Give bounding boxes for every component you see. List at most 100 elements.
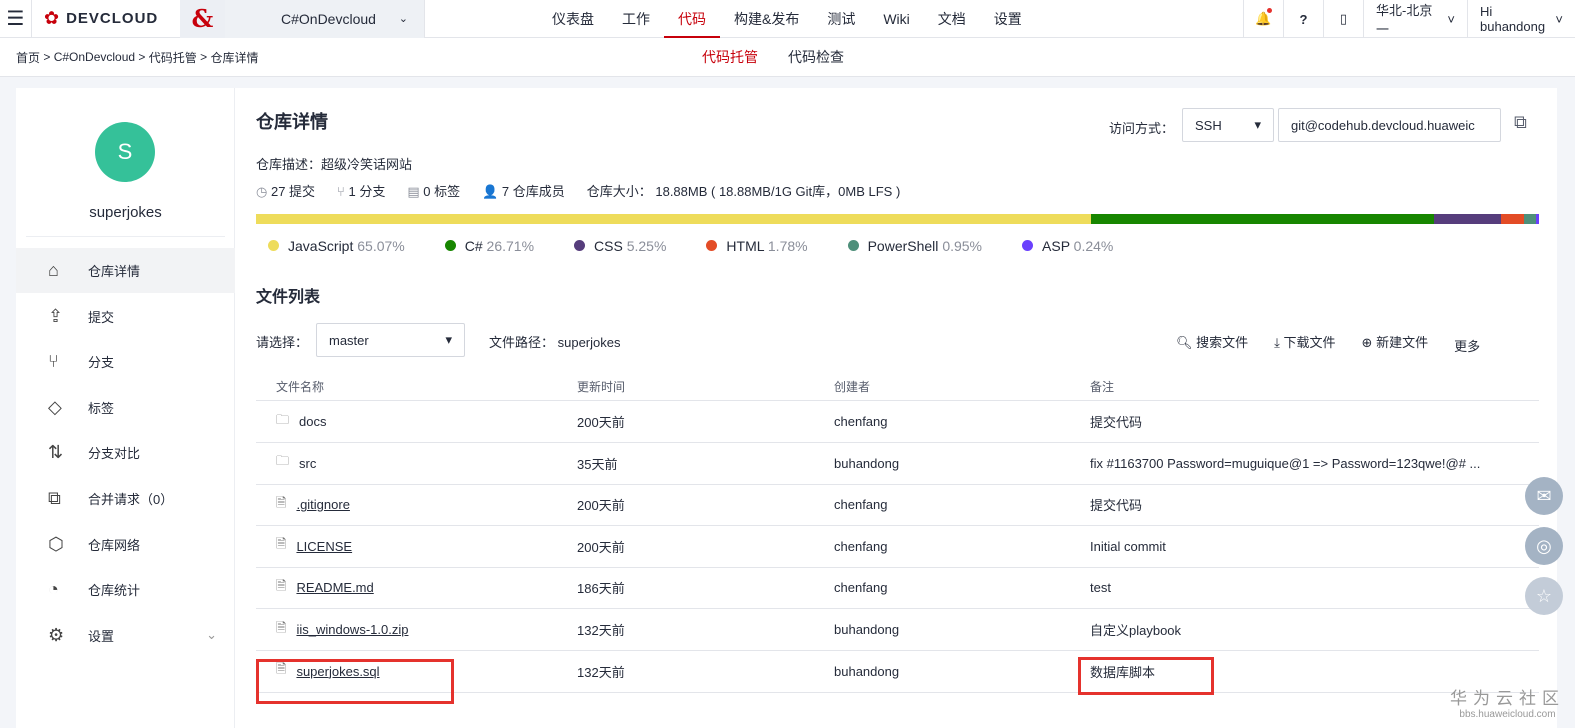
file-creator: buhandong [834,622,900,637]
help-icon[interactable]: ? [1283,0,1323,38]
more-button[interactable]: 更多 [1454,336,1480,355]
sidebar-item[interactable]: ⌂ 仓库详情 [16,248,235,293]
logo[interactable]: ✿ DEVCLOUD [32,8,180,29]
nav-item[interactable]: 构建&发布 [720,0,813,38]
project-name: C#OnDevcloud [281,10,376,27]
sidebar-item[interactable]: ⑂ 分支 [16,339,235,384]
language-bar-segment [1433,214,1501,224]
copy-icon[interactable]: ⧉ [1514,112,1527,133]
notification-bell-icon[interactable]: 🔔 [1243,0,1283,38]
file-creator: buhandong [834,663,900,679]
dot-icon [268,240,279,251]
file-name[interactable]: README.md [296,580,373,595]
file-note: 自定义playbook [1090,623,1182,638]
language-bar-segment [1535,214,1539,224]
branches-stat[interactable]: ⑂ 1 分支 [337,181,385,200]
file-path: 文件路径： superjokes [489,335,621,350]
sidebar-item[interactable]: ⬡ 仓库网络 [16,522,235,567]
user-menu[interactable]: Hi buhandong ˅ [1467,0,1575,38]
repo-size: 仓库大小： 18.88MB ( 18.88MB/1G Git库，0MB LFS … [586,184,901,199]
sidebar-item-label: 设置 [88,628,115,644]
table-row[interactable]: 🗎 iis_windows-1.0.zip 132天前 buhandong 自定义pla… [256,609,1539,651]
dot-icon [444,240,456,251]
sidebar-item[interactable]: ⇪ 提交 [16,294,235,339]
file-name[interactable]: src [299,456,316,471]
language-pct: 0.24% [1073,238,1114,254]
language-legend-item: PowerShell 0.95% [847,238,983,254]
table-row[interactable]: 🗀 src 35天前 buhandong fix #1163700 Password=m… [256,443,1539,485]
crumb-project[interactable]: C#OnDevcloud [54,50,135,64]
file-creator: chenfang [834,497,888,513]
members-stat[interactable]: 👤 7 仓库成员 [482,181,565,200]
header-note: 备注 [1090,380,1115,394]
branch-icon: ⑂ [337,184,345,199]
tags-count: 0 标签 [423,184,461,199]
branches-count: 1 分支 [348,184,386,199]
branch-icon: ⑂ [48,351,59,372]
star-icon[interactable]: ☆ [1525,577,1563,615]
sidebar-item[interactable]: ◇ 标签 [16,385,235,430]
clone-url-input[interactable]: git@codehub.devcloud.huaweic [1278,108,1501,142]
compare-icon: ⇅ [48,442,64,463]
language-legend: JavaScript 65.07% C# 26.71% CSS 5.25% HTML … [268,238,1153,254]
language-name: CSS [594,238,623,254]
dot-icon [1022,240,1034,251]
nav-item[interactable]: 仪表盘 [538,0,608,38]
file-icon: 🗎 [276,536,287,552]
language-bar-segment [1523,214,1536,224]
language-legend-item: C# 26.71% [444,238,534,254]
user-label: Hi buhandong [1480,4,1546,34]
tab-code-check[interactable]: 代码检查 [788,38,844,77]
crumb-current: 仓库详情 [210,50,259,65]
mobile-icon[interactable]: ▯ [1323,0,1363,38]
commits-count: 27 提交 [270,184,316,199]
table-row[interactable]: 🗎 README.md 186天前 chenfang test [256,567,1539,610]
language-bar-segment [1090,214,1434,224]
commit-icon: ⇪ [48,305,64,326]
dot-icon [706,240,718,251]
language-name: JavaScript [288,238,354,254]
project-selector[interactable]: C#OnDevcloud ⌄ [225,0,425,38]
sidebar-item[interactable]: ⧉ 合并请求（0） [16,476,235,521]
nav-item[interactable]: 文档 [924,0,980,38]
file-creator: buhandong [834,455,900,471]
clock-icon: ◷ [256,184,268,199]
sidebar-item[interactable]: ⚙ 设置 ⌄ [16,613,235,658]
commits-stat[interactable]: ◷ 27 提交 [256,181,315,200]
new-file-button[interactable]: ⊕ 新建文件 [1362,332,1429,355]
project-icon[interactable]: & [180,0,225,38]
mail-icon[interactable]: ✉ [1525,477,1563,515]
file-name[interactable]: LICENSE [296,539,352,554]
language-pct: 0.95% [942,238,983,254]
sidebar-item[interactable]: ⇅ 分支对比 [16,430,235,475]
nav-item[interactable]: 代码 [664,0,720,38]
table-row[interactable]: 🗎 LICENSE 200天前 chenfang Initial commit [256,526,1539,568]
sidebar-item-label: 仓库网络 [88,537,141,553]
top-right: 🔔 ? ▯ 华北-北京一 ˅ Hi buhandong ˅ [1243,0,1575,38]
support-icon[interactable]: ◎ [1525,527,1563,565]
tags-stat[interactable]: ▤ 0 标签 [407,181,460,200]
nav-item[interactable]: 工作 [608,0,664,38]
nav-item[interactable]: Wiki [869,0,923,38]
repo-description: 仓库描述：超级冷笑话网站 [256,157,413,172]
file-name[interactable]: iis_windows-1.0.zip [296,622,408,637]
branch-select[interactable]: master ▾ [316,323,465,357]
files-title: 文件列表 [256,289,321,306]
crumb-code[interactable]: 代码托管 [149,49,197,66]
menu-icon[interactable]: ☰ [0,0,32,38]
table-row[interactable]: 🗀 docs 200天前 chenfang 提交代码 [256,401,1539,443]
download-file-button[interactable]: ⤓ 下载文件 [1274,332,1335,355]
crumb-home[interactable]: 首页 [16,49,40,66]
nav-item[interactable]: 测试 [813,0,869,38]
sidebar-item-label: 分支对比 [88,446,141,462]
tab-code-hosting[interactable]: 代码托管 [702,38,758,77]
file-name[interactable]: .gitignore [296,497,349,512]
sidebar-item-label: 分支 [88,355,115,371]
sidebar-item[interactable]: ◔ 仓库统计 [16,567,235,612]
table-row[interactable]: 🗎 .gitignore 200天前 chenfang 提交代码 [256,484,1539,527]
file-name[interactable]: docs [299,414,326,429]
region-selector[interactable]: 华北-北京一 ˅ [1363,0,1467,38]
nav-item[interactable]: 设置 [980,0,1036,38]
search-file-button[interactable]: 🔍︎ 搜索文件 [1176,332,1248,355]
access-method-select[interactable]: SSH ▾ [1182,108,1274,142]
